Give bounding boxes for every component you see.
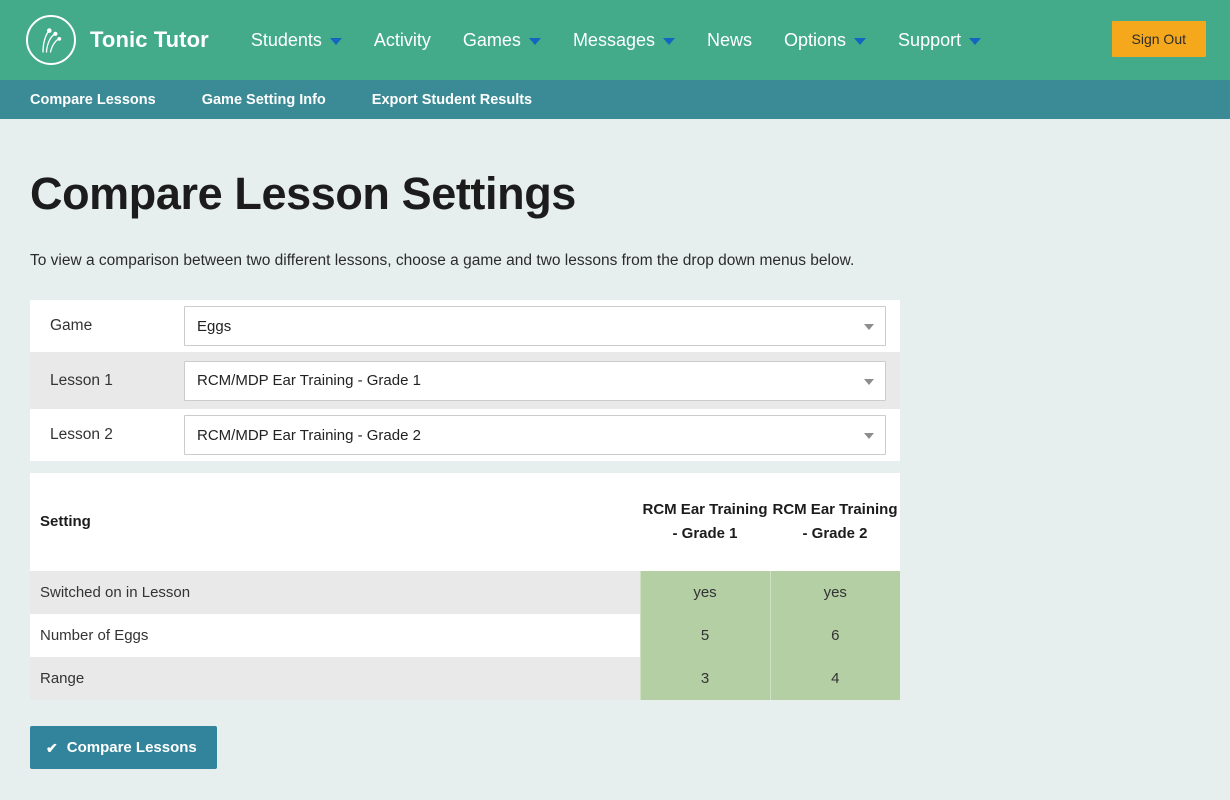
- form-row-lesson-1: Lesson 1 RCM/MDP Ear Training - Grade 1: [30, 352, 900, 409]
- table-row: Number of Eggs 5 6: [30, 614, 900, 657]
- column-header-lesson-1: RCM Ear Training - Grade 1: [640, 473, 770, 571]
- setting-value-lesson-1: 5: [640, 614, 770, 657]
- chevron-down-icon: [663, 38, 675, 45]
- nav-label: Activity: [374, 0, 431, 80]
- table-row: Switched on in Lesson yes yes: [30, 571, 900, 614]
- lesson-2-label: Lesson 2: [40, 426, 184, 444]
- form-row-game: Game Eggs: [30, 300, 900, 352]
- setting-value-lesson-1: yes: [640, 571, 770, 614]
- table-body: Switched on in Lesson yes yes Number of …: [30, 571, 900, 700]
- nav-item-support[interactable]: Support: [882, 0, 997, 80]
- nav-label: News: [707, 0, 752, 80]
- table-header-row: Setting RCM Ear Training - Grade 1 RCM E…: [30, 473, 900, 571]
- game-select[interactable]: Eggs: [184, 306, 886, 346]
- nav-label: Support: [898, 0, 961, 80]
- nav-item-news[interactable]: News: [691, 0, 768, 80]
- brand[interactable]: Tonic Tutor: [26, 15, 209, 65]
- lesson-1-label: Lesson 1: [40, 372, 184, 390]
- table-row: Range 3 4: [30, 657, 900, 700]
- setting-name: Range: [30, 657, 640, 700]
- chevron-down-icon: [969, 38, 981, 45]
- compare-lessons-button-label: Compare Lessons: [67, 739, 197, 756]
- top-header: Tonic Tutor Students Activity Games Mess…: [0, 0, 1230, 80]
- column-header-setting: Setting: [30, 473, 640, 571]
- table-head: Setting RCM Ear Training - Grade 1 RCM E…: [30, 473, 900, 571]
- main-nav: Students Activity Games Messages News Op…: [235, 0, 997, 80]
- tonic-tutor-logo-icon: [26, 15, 76, 65]
- lesson-1-select-wrapper: RCM/MDP Ear Training - Grade 1: [184, 361, 886, 401]
- brand-name: Tonic Tutor: [90, 27, 209, 53]
- nav-item-students[interactable]: Students: [235, 0, 358, 80]
- check-icon: ✔: [46, 741, 58, 755]
- subnav-item-game-setting-info[interactable]: Game Setting Info: [202, 92, 326, 108]
- nav-label: Messages: [573, 0, 655, 80]
- nav-item-options[interactable]: Options: [768, 0, 882, 80]
- subnav-item-export-student-results[interactable]: Export Student Results: [372, 92, 532, 108]
- page-title: Compare Lesson Settings: [30, 168, 1200, 220]
- comparison-table: Setting RCM Ear Training - Grade 1 RCM E…: [30, 473, 900, 700]
- lesson-2-select-wrapper: RCM/MDP Ear Training - Grade 2: [184, 415, 886, 455]
- setting-value-lesson-2: 6: [770, 614, 900, 657]
- game-select-wrapper: Eggs: [184, 306, 886, 346]
- compare-lessons-button[interactable]: ✔ Compare Lessons: [30, 726, 217, 769]
- chevron-down-icon: [529, 38, 541, 45]
- nav-label: Options: [784, 0, 846, 80]
- nav-item-activity[interactable]: Activity: [358, 0, 447, 80]
- column-header-lesson-2: RCM Ear Training - Grade 2: [770, 473, 900, 571]
- setting-value-lesson-2: 4: [770, 657, 900, 700]
- nav-item-messages[interactable]: Messages: [557, 0, 691, 80]
- chevron-down-icon: [854, 38, 866, 45]
- form-row-lesson-2: Lesson 2 RCM/MDP Ear Training - Grade 2: [30, 409, 900, 461]
- subnav-item-compare-lessons[interactable]: Compare Lessons: [30, 92, 156, 108]
- lesson-selection-form: Game Eggs Lesson 1 RCM/MDP Ear Training …: [30, 300, 900, 461]
- page-content: Compare Lesson Settings To view a compar…: [0, 168, 1230, 769]
- lesson-1-select[interactable]: RCM/MDP Ear Training - Grade 1: [184, 361, 886, 401]
- nav-item-games[interactable]: Games: [447, 0, 557, 80]
- nav-label: Games: [463, 0, 521, 80]
- secondary-nav: Compare Lessons Game Setting Info Export…: [0, 80, 1230, 119]
- lesson-2-select[interactable]: RCM/MDP Ear Training - Grade 2: [184, 415, 886, 455]
- sign-out-button[interactable]: Sign Out: [1112, 21, 1206, 57]
- chevron-down-icon: [330, 38, 342, 45]
- game-label: Game: [40, 317, 184, 335]
- setting-name: Number of Eggs: [30, 614, 640, 657]
- nav-label: Students: [251, 0, 322, 80]
- setting-value-lesson-2: yes: [770, 571, 900, 614]
- setting-value-lesson-1: 3: [640, 657, 770, 700]
- setting-name: Switched on in Lesson: [30, 571, 640, 614]
- page-description: To view a comparison between two differe…: [30, 252, 1200, 270]
